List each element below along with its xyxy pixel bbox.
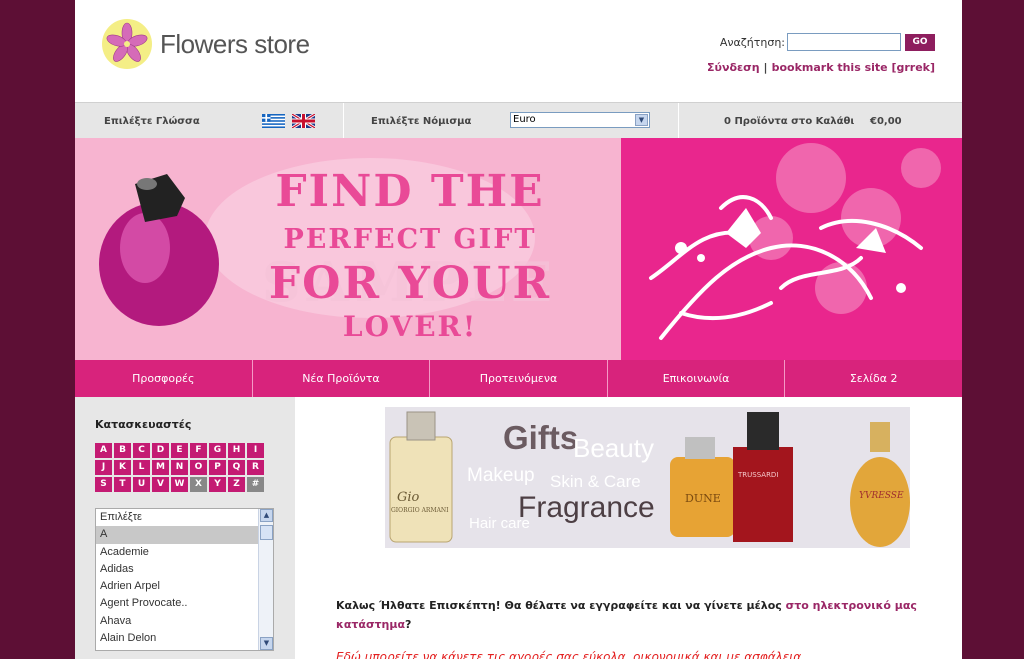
main-nav: Προσφορές Νέα Προϊόντα Προτεινόμενα Επικ… (75, 360, 962, 397)
welcome-message: Καλως Ήλθατε Επισκέπτη! Θα θέλατε να εγγ… (336, 596, 936, 634)
nav-featured[interactable]: Προτεινόμενα (430, 360, 608, 397)
flower-logo-icon (102, 19, 152, 69)
language-label: Επιλέξτε Γλώσσα (104, 116, 200, 127)
divider (343, 103, 344, 138)
manufacturer-list[interactable]: Επιλέξτε A Academie Adidas Adrien Arpel … (95, 508, 274, 651)
letter-p[interactable]: P (209, 460, 226, 475)
bottle-label-gio: Gio (397, 490, 420, 505)
letter-n[interactable]: N (171, 460, 188, 475)
currency-select[interactable]: Euro ▼ (510, 112, 650, 128)
list-item[interactable]: Alain Delon (96, 630, 273, 647)
letter-u[interactable]: U (133, 477, 150, 492)
nav-offers[interactable]: Προσφορές (75, 360, 253, 397)
welcome-end: ? (405, 618, 412, 631)
word-fragrance: Fragrance (518, 491, 655, 524)
login-link[interactable]: Σύνδεση (707, 61, 760, 74)
banner-line-2: PERFECT GIFT (283, 224, 537, 255)
product-banner[interactable]: Gifts Beauty Makeup Skin & Care Fragranc… (385, 407, 910, 548)
bottle-brand-armani: GIORGIO ARMANI (391, 507, 449, 514)
banner-line-3: FOR YOUR (268, 258, 552, 309)
letter-b[interactable]: B (114, 443, 131, 458)
letter-s[interactable]: S (95, 477, 112, 492)
letter-hash: # (247, 477, 264, 492)
word-gifts: Gifts (503, 419, 579, 456)
search-form: Αναζήτηση: GO (720, 33, 935, 51)
currency-label: Επιλέξτε Νόμισμα (371, 116, 472, 127)
chevron-down-icon[interactable]: ▼ (260, 637, 273, 650)
banner-line-1: FIND THE (275, 166, 545, 217)
go-button[interactable]: GO (905, 33, 935, 51)
letter-z[interactable]: Z (228, 477, 245, 492)
perfume-bottles-image (385, 407, 910, 548)
letter-filter: A B C D E F G H I J K L M N O P Q R S T … (95, 443, 265, 492)
chevron-up-icon[interactable]: ▲ (260, 509, 273, 522)
link-separator: | (763, 61, 768, 74)
letter-g[interactable]: G (209, 443, 226, 458)
selector-bar: Επιλέξτε Γλώσσα Επιλέξτε Νόμισμα Euro ▼ (75, 102, 962, 138)
page: Flowers store Αναζήτηση: GO Σύνδεση | book… (75, 0, 962, 659)
letter-w[interactable]: W (171, 477, 188, 492)
welcome-text: Καλως Ήλθατε Επισκέπτη! Θα θέλατε να εγγ… (336, 599, 786, 612)
list-item[interactable]: Adrien Arpel (96, 578, 273, 595)
letter-o[interactable]: O (190, 460, 207, 475)
search-label: Αναζήτηση: (719, 35, 785, 49)
letter-f[interactable]: F (190, 443, 207, 458)
bottle-label-yvresse: YVRESSE (859, 491, 904, 501)
letter-e[interactable]: E (171, 443, 188, 458)
chevron-down-icon[interactable]: ▼ (635, 114, 648, 126)
list-item[interactable]: Agent Provocate.. (96, 595, 273, 612)
list-item[interactable]: A (96, 526, 273, 544)
letter-a[interactable]: A (95, 443, 112, 458)
word-skin-care: Skin & Care (550, 472, 641, 491)
word-makeup: Makeup (467, 465, 535, 486)
list-scrollbar[interactable]: ▲ ▼ (258, 509, 273, 650)
list-item[interactable]: Adidas (96, 561, 273, 578)
letter-r[interactable]: R (247, 460, 264, 475)
letter-h[interactable]: H (228, 443, 245, 458)
letter-j[interactable]: J (95, 460, 112, 475)
logo-text: Flowers store (160, 28, 310, 59)
letter-c[interactable]: C (133, 443, 150, 458)
letter-l[interactable]: L (133, 460, 150, 475)
banner-line-4: LOVER! (342, 310, 478, 343)
letter-y[interactable]: Y (209, 477, 226, 492)
list-item[interactable]: Επιλέξτε (96, 509, 273, 526)
scroll-thumb[interactable] (260, 525, 273, 540)
letter-v[interactable]: V (152, 477, 169, 492)
cart-total: €0,00 (870, 116, 902, 127)
top-links: Σύνδεση | bookmark this site [grrek] (707, 61, 935, 74)
logo[interactable]: Flowers store (102, 19, 310, 69)
letter-t[interactable]: T (114, 477, 131, 492)
divider (678, 103, 679, 138)
promo-text: Εδώ μπορείτε να κάνετε τις αγορές σας εύ… (336, 650, 802, 659)
banner-left-panel: SAMPLE FIND THE PERFECT GIFT FOR YOUR LO… (75, 138, 621, 360)
search-input[interactable] (787, 33, 901, 51)
sidebar: Κατασκευαστές A B C D E F G H I J K L M … (75, 397, 295, 659)
word-beauty: Beauty (573, 433, 654, 463)
list-item[interactable]: Ahava (96, 613, 273, 630)
list-item[interactable]: Academie (96, 544, 273, 561)
letter-d[interactable]: D (152, 443, 169, 458)
word-hair-care: Hair care (469, 515, 530, 532)
hero-banner[interactable]: SAMPLE FIND THE PERFECT GIFT FOR YOUR LO… (75, 138, 962, 360)
nav-contact[interactable]: Επικοινωνία (608, 360, 786, 397)
currency-value: Euro (513, 114, 536, 125)
floral-pattern-image (649, 143, 941, 340)
cart-label[interactable]: 0 Προϊόντα στο Καλάθι (724, 116, 854, 127)
banner-floral-panel (621, 138, 962, 360)
bottle-label-trussardi: TRUSSARDI (738, 471, 779, 479)
nav-new-products[interactable]: Νέα Προϊόντα (253, 360, 431, 397)
letter-k[interactable]: K (114, 460, 131, 475)
nav-page-2[interactable]: Σελίδα 2 (785, 360, 962, 397)
bottle-label-dune: DUNE (685, 492, 721, 505)
letter-q[interactable]: Q (228, 460, 245, 475)
letter-i[interactable]: I (247, 443, 264, 458)
greek-flag-icon[interactable] (262, 114, 285, 128)
uk-flag-icon[interactable] (292, 114, 315, 128)
bookmark-link[interactable]: bookmark this site [grrek] (772, 61, 935, 74)
letter-m[interactable]: M (152, 460, 169, 475)
letter-x: X (190, 477, 207, 492)
manufacturers-title: Κατασκευαστές (95, 418, 192, 431)
